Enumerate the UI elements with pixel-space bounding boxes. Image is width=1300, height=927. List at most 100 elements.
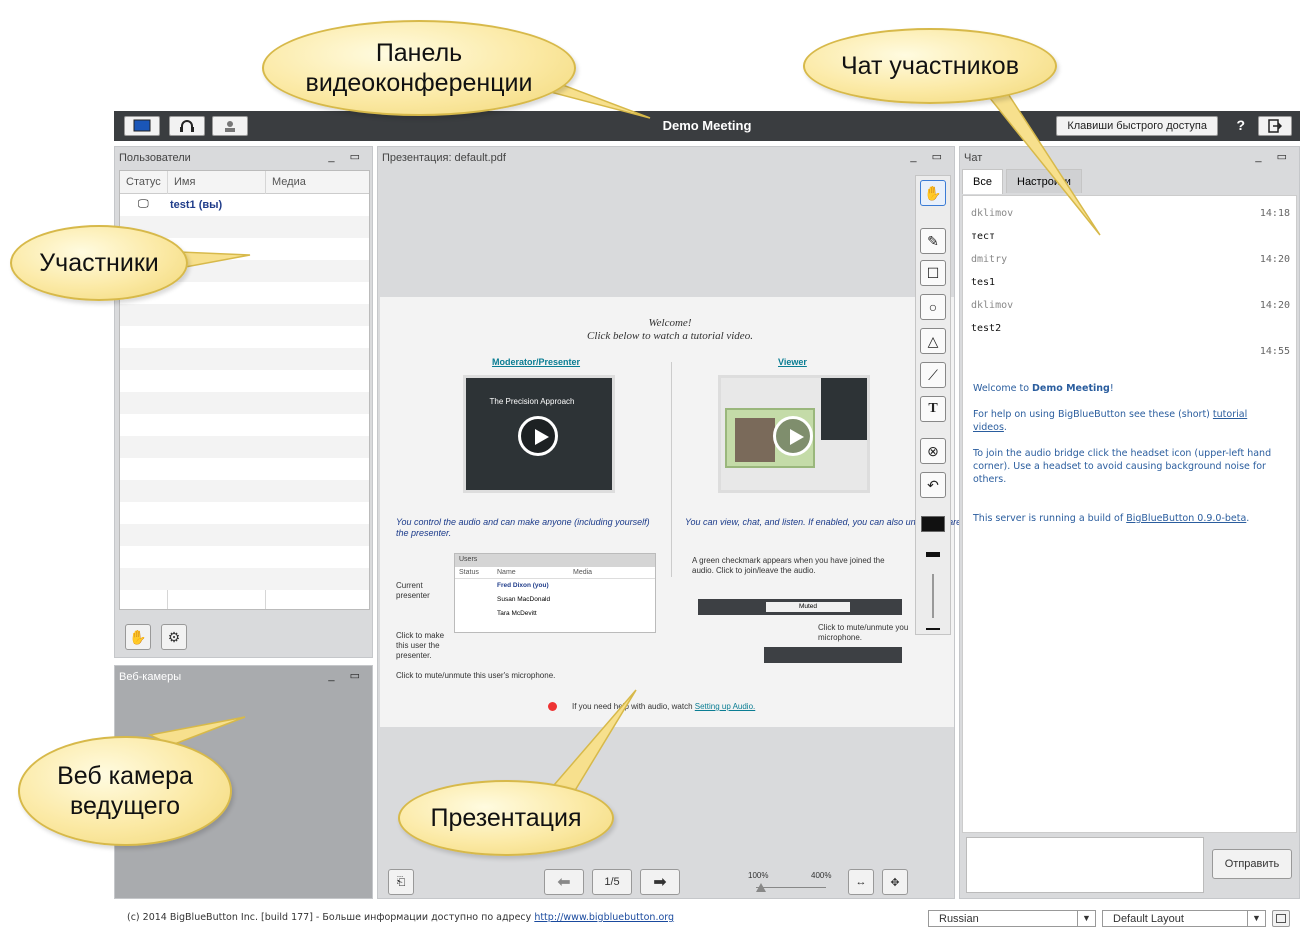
users-panel: Пользователи _ ▭ Статус Имя Медиа 🖵 test… [114, 146, 373, 658]
click-make-presenter-label: Click to make this user the presenter. [396, 631, 445, 660]
zoom-slider-thumb[interactable] [756, 883, 766, 892]
footer-copyright: (c) 2014 BigBlueButton Inc. [build 177] … [127, 912, 674, 923]
fit-width-button[interactable]: ↔ [848, 869, 874, 895]
bigbluebutton-version-link[interactable]: BigBlueButton 0.9.0-beta [1126, 513, 1246, 524]
panel-window-controls[interactable]: _ ▭ [1255, 150, 1293, 163]
mini-user-row: Tara McDevitt [455, 607, 655, 621]
panel-window-controls[interactable]: _ ▭ [328, 150, 366, 163]
empty-row [120, 524, 369, 546]
mini-col: Name [497, 569, 516, 576]
moderator-video-thumbnail[interactable]: The Precision Approach [463, 375, 615, 493]
settings-button[interactable]: ⚙ [161, 624, 187, 650]
empty-row [120, 568, 369, 590]
pencil-tool-button[interactable]: ✎ [920, 228, 946, 254]
empty-row [120, 480, 369, 502]
page-indicator[interactable]: 1/5 [592, 869, 632, 895]
arrow-right-icon: ➡ [653, 874, 667, 891]
setting-up-audio-link[interactable]: Setting up Audio. [695, 702, 756, 711]
bigbluebutton-site-link[interactable]: http://www.bigbluebutton.org [534, 912, 674, 923]
sender-name: dklimov [971, 300, 1014, 311]
text-icon: T [928, 401, 938, 416]
send-button[interactable]: Отправить [1212, 849, 1292, 879]
message-time: 14:55 [1259, 346, 1290, 357]
help-post: . [1003, 422, 1007, 433]
mini-users-panel: Users Status Name Media Fred Dixon (you)… [454, 553, 656, 633]
tab-settings[interactable]: Настройки [1006, 169, 1082, 193]
empty-row [120, 546, 369, 568]
panel-window-controls[interactable]: _ ▭ [328, 669, 366, 682]
rectangle-icon: ☐ [926, 264, 940, 281]
line-icon: ⟋ [928, 366, 938, 383]
col-name[interactable]: Имя [174, 176, 195, 188]
mini-user-name: Susan MacDonald [497, 596, 551, 603]
layout-select[interactable]: Default Layout ▼ [1102, 910, 1266, 927]
chat-message: dklimov 14:20 test2 [971, 300, 1290, 334]
text-tool-button[interactable]: T [920, 396, 946, 422]
slide-divider [671, 362, 672, 577]
play-icon[interactable] [518, 416, 558, 456]
server-message: This server is running a build of BigBlu… [973, 512, 1283, 525]
audio-help-label: If you need help with audio, watch [572, 702, 693, 711]
gear-icon: ⚙ [167, 628, 181, 645]
thumb-person [735, 418, 775, 462]
next-slide-button[interactable]: ➡ [640, 869, 680, 895]
chat-message-input[interactable] [966, 837, 1204, 893]
triangle-tool-button[interactable]: △ [920, 328, 946, 354]
tab-all[interactable]: Все [962, 169, 1003, 194]
hand-icon: ✋ [924, 184, 942, 201]
previous-slide-button[interactable]: ⬅ [544, 869, 584, 895]
welcome-meeting: Demo Meeting [1032, 383, 1110, 394]
empty-row [120, 436, 369, 458]
layout-value: Default Layout [1113, 913, 1184, 925]
message-time: 14:20 [1259, 300, 1290, 311]
empty-row [120, 304, 369, 326]
ellipse-tool-button[interactable]: ○ [920, 294, 946, 320]
audio-help-text: If you need help with audio, watch Setti… [572, 702, 755, 711]
logout-button[interactable] [1258, 116, 1292, 136]
clear-icon: ⊗ [927, 442, 939, 459]
shortcut-keys-button[interactable]: Клавиши быстрого доступа [1056, 116, 1218, 136]
chevron-down-icon: ▼ [1077, 911, 1095, 926]
table-row[interactable]: 🖵 test1 (вы) [120, 194, 369, 216]
upload-button[interactable]: ⎗ [388, 869, 414, 895]
thickness-slider[interactable] [932, 574, 934, 618]
viewer-video-thumbnail[interactable] [718, 375, 870, 493]
color-picker[interactable] [921, 516, 945, 532]
mini-users-title: Users [455, 554, 655, 567]
presenter-icon[interactable]: 🖵 [138, 198, 149, 211]
empty-row [120, 502, 369, 524]
language-value: Russian [939, 913, 979, 925]
help-button[interactable]: ? [1236, 117, 1245, 133]
apply-layout-button[interactable] [1272, 910, 1290, 927]
fit-page-button[interactable]: ✥ [882, 869, 908, 895]
line-tool-button[interactable]: ⟋ [920, 362, 946, 388]
col-status[interactable]: Статус [126, 176, 161, 188]
chat-message: dmitry 14:20 tes1 [971, 254, 1290, 288]
raise-hand-button[interactable]: ✋ [125, 624, 151, 650]
chat-messages: dklimov 14:18 тест dmitry 14:20 tes1 dkl… [962, 195, 1297, 833]
logout-icon [1268, 119, 1282, 133]
hand-tool-button[interactable]: ✋ [920, 180, 946, 206]
panel-window-controls[interactable]: _ ▭ [910, 150, 948, 163]
presentation-slide[interactable]: Welcome! Click below to watch a tutorial… [380, 297, 1022, 727]
mini-toolbar: Muted [698, 599, 902, 615]
click-mute-label: Click to mute/unmute this user's microph… [396, 671, 556, 680]
moderator-video-link[interactable]: Moderator/Presenter [492, 357, 580, 367]
arrow-left-icon: ⬅ [557, 874, 571, 891]
undo-button[interactable]: ↶ [920, 472, 946, 498]
mini-col: Media [573, 569, 593, 576]
play-icon[interactable] [773, 416, 813, 456]
viewer-video-link[interactable]: Viewer [778, 357, 807, 367]
chat-panel: Чат _ ▭ Все Настройки dklimov 14:18 тест… [959, 146, 1300, 899]
message-text: test2 [971, 323, 1002, 334]
language-select[interactable]: Russian ▼ [928, 910, 1096, 927]
zoom-slider[interactable] [756, 887, 826, 888]
message-text: тест [971, 231, 996, 242]
rectangle-tool-button[interactable]: ☐ [920, 260, 946, 286]
clear-button[interactable]: ⊗ [920, 438, 946, 464]
users-panel-title: Пользователи [119, 152, 191, 164]
col-media[interactable]: Медиа [272, 176, 306, 188]
empty-row [120, 414, 369, 436]
callout-video-panel: Панель видеоконференции [262, 20, 576, 116]
chat-message: dklimov 14:18 тест [971, 208, 1290, 242]
